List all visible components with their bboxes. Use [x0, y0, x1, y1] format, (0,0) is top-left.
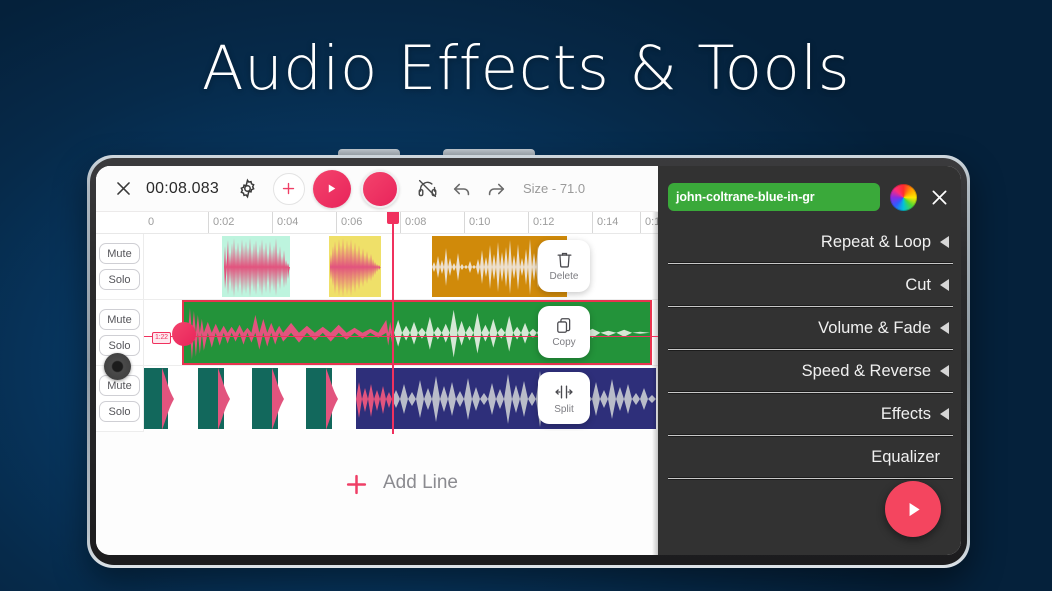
chevron-left-icon	[940, 408, 949, 420]
ruler-head-spacer	[96, 212, 144, 233]
waveform	[329, 238, 381, 297]
waveform	[144, 368, 338, 429]
headphones-off-icon[interactable]	[411, 172, 445, 206]
trash-icon	[557, 252, 571, 268]
add-track-button[interactable]	[272, 172, 305, 205]
clip-navy[interactable]	[356, 368, 656, 429]
menu-item-effects[interactable]: Effects	[658, 394, 961, 434]
clip-yellow[interactable]	[329, 236, 381, 297]
waveform	[222, 238, 290, 297]
ruler-tick-0: 0	[148, 216, 155, 228]
split-action-label: Split	[554, 403, 574, 415]
plus-icon	[346, 474, 367, 495]
menu-item-label: Repeat & Loop	[820, 232, 931, 251]
track-lane-3[interactable]: Split	[144, 366, 658, 431]
track-list: Mute Solo Delete Mute Solo 1:22 Copy Mut…	[96, 234, 658, 432]
menu-item-label: Volume & Fade	[818, 318, 931, 337]
menu-item-label: Cut	[905, 275, 931, 294]
phone-screen: 00:08.083 Size - 71.0 0 0:02 0:04 0:06 0…	[96, 166, 961, 555]
timeline-ruler[interactable]: 0 0:02 0:04 0:06 0:08 0:10 0:12 0:14 0:1…	[96, 212, 658, 234]
delete-action-label: Delete	[549, 271, 579, 282]
ruler-tick-7: 0:14	[592, 212, 618, 233]
record-button[interactable]	[360, 169, 399, 208]
chevron-left-icon	[940, 365, 949, 377]
menu-items-list: Repeat & Loop Cut Volume & Fade Speed & …	[658, 222, 961, 480]
menu-item-cut[interactable]: Cut	[658, 265, 961, 305]
play-icon	[909, 502, 920, 516]
ruler-tick-1: 0:02	[208, 212, 234, 233]
menu-item-speed-reverse[interactable]: Speed & Reverse	[658, 351, 961, 391]
add-line-button[interactable]: Add Line	[144, 430, 658, 555]
track-row: Mute Solo	[96, 366, 658, 432]
close-icon[interactable]	[106, 172, 140, 206]
ruler-tick-6: 0:12	[528, 212, 554, 233]
delete-action-button[interactable]: Delete	[538, 240, 590, 292]
undo-icon[interactable]	[445, 172, 479, 206]
mute-button-1[interactable]: Mute	[99, 243, 140, 264]
phone-bezel: 00:08.083 Size - 71.0 0 0:02 0:04 0:06 0…	[90, 158, 967, 565]
menu-divider	[668, 477, 953, 480]
menu-header: john-coltrane-blue-in-gr	[658, 176, 961, 218]
split-icon	[555, 385, 573, 398]
track-row: Mute Solo	[96, 234, 658, 300]
chevron-left-icon	[940, 236, 949, 248]
menu-item-repeat-loop[interactable]: Repeat & Loop	[658, 222, 961, 262]
menu-item-label: Equalizer	[871, 447, 940, 466]
ruler-tick-4: 0:08	[400, 212, 426, 233]
phone-device-frame: 00:08.083 Size - 71.0 0 0:02 0:04 0:06 0…	[87, 155, 970, 568]
color-wheel-icon[interactable]	[890, 183, 917, 211]
file-size-label: Size - 71.0	[522, 181, 586, 196]
mute-button-2[interactable]: Mute	[99, 309, 140, 330]
play-button[interactable]	[312, 169, 351, 208]
menu-item-label: Effects	[880, 404, 931, 423]
menu-item-volume-fade[interactable]: Volume & Fade	[658, 308, 961, 348]
copy-action-label: Copy	[552, 337, 576, 348]
time-readout: 00:08.083	[146, 179, 219, 197]
track-drag-knob[interactable]	[104, 353, 131, 380]
copy-action-button[interactable]: Copy	[538, 306, 590, 358]
track-header-1: Mute Solo	[96, 234, 144, 299]
track-lane-1[interactable]: Delete	[144, 234, 658, 299]
file-name-badge[interactable]: john-coltrane-blue-in-gr	[668, 183, 880, 211]
audio-editor-pane: 00:08.083 Size - 71.0 0 0:02 0:04 0:06 0…	[96, 166, 658, 555]
split-action-button[interactable]: Split	[538, 372, 590, 424]
clip-teal[interactable]	[144, 368, 356, 429]
track-lane-2[interactable]: 1:22 Copy	[144, 300, 658, 365]
close-icon[interactable]	[927, 185, 951, 209]
waveform	[356, 371, 656, 427]
track-row: Mute Solo 1:22 Copy	[96, 300, 658, 366]
add-line-label: Add Line	[382, 472, 458, 493]
page-title: Audio Effects & Tools	[201, 33, 851, 104]
selection-time-badge: 1:22	[152, 332, 171, 344]
panel-play-button[interactable]	[885, 481, 941, 537]
effects-menu-panel: john-coltrane-blue-in-gr Repeat & Loop C…	[652, 166, 961, 555]
clip-mint[interactable]	[222, 236, 290, 297]
editor-toolbar: 00:08.083 Size - 71.0	[96, 166, 658, 212]
panel-shadow-edge	[652, 166, 658, 555]
menu-item-label: Speed & Reverse	[801, 361, 931, 380]
copy-icon	[556, 318, 570, 333]
menu-item-equalizer[interactable]: Equalizer	[658, 437, 961, 477]
ruler-tick-3: 0:06	[336, 212, 362, 233]
solo-button-1[interactable]: Solo	[99, 269, 140, 290]
ruler-tick-5: 0:10	[464, 212, 490, 233]
chevron-left-icon	[940, 279, 949, 291]
ruler-tick-2: 0:04	[272, 212, 298, 233]
gear-icon[interactable]	[231, 172, 265, 206]
chevron-left-icon	[940, 322, 949, 334]
solo-button-3[interactable]: Solo	[99, 401, 140, 422]
redo-icon[interactable]	[479, 172, 513, 206]
selection-handle-left[interactable]	[172, 322, 196, 346]
